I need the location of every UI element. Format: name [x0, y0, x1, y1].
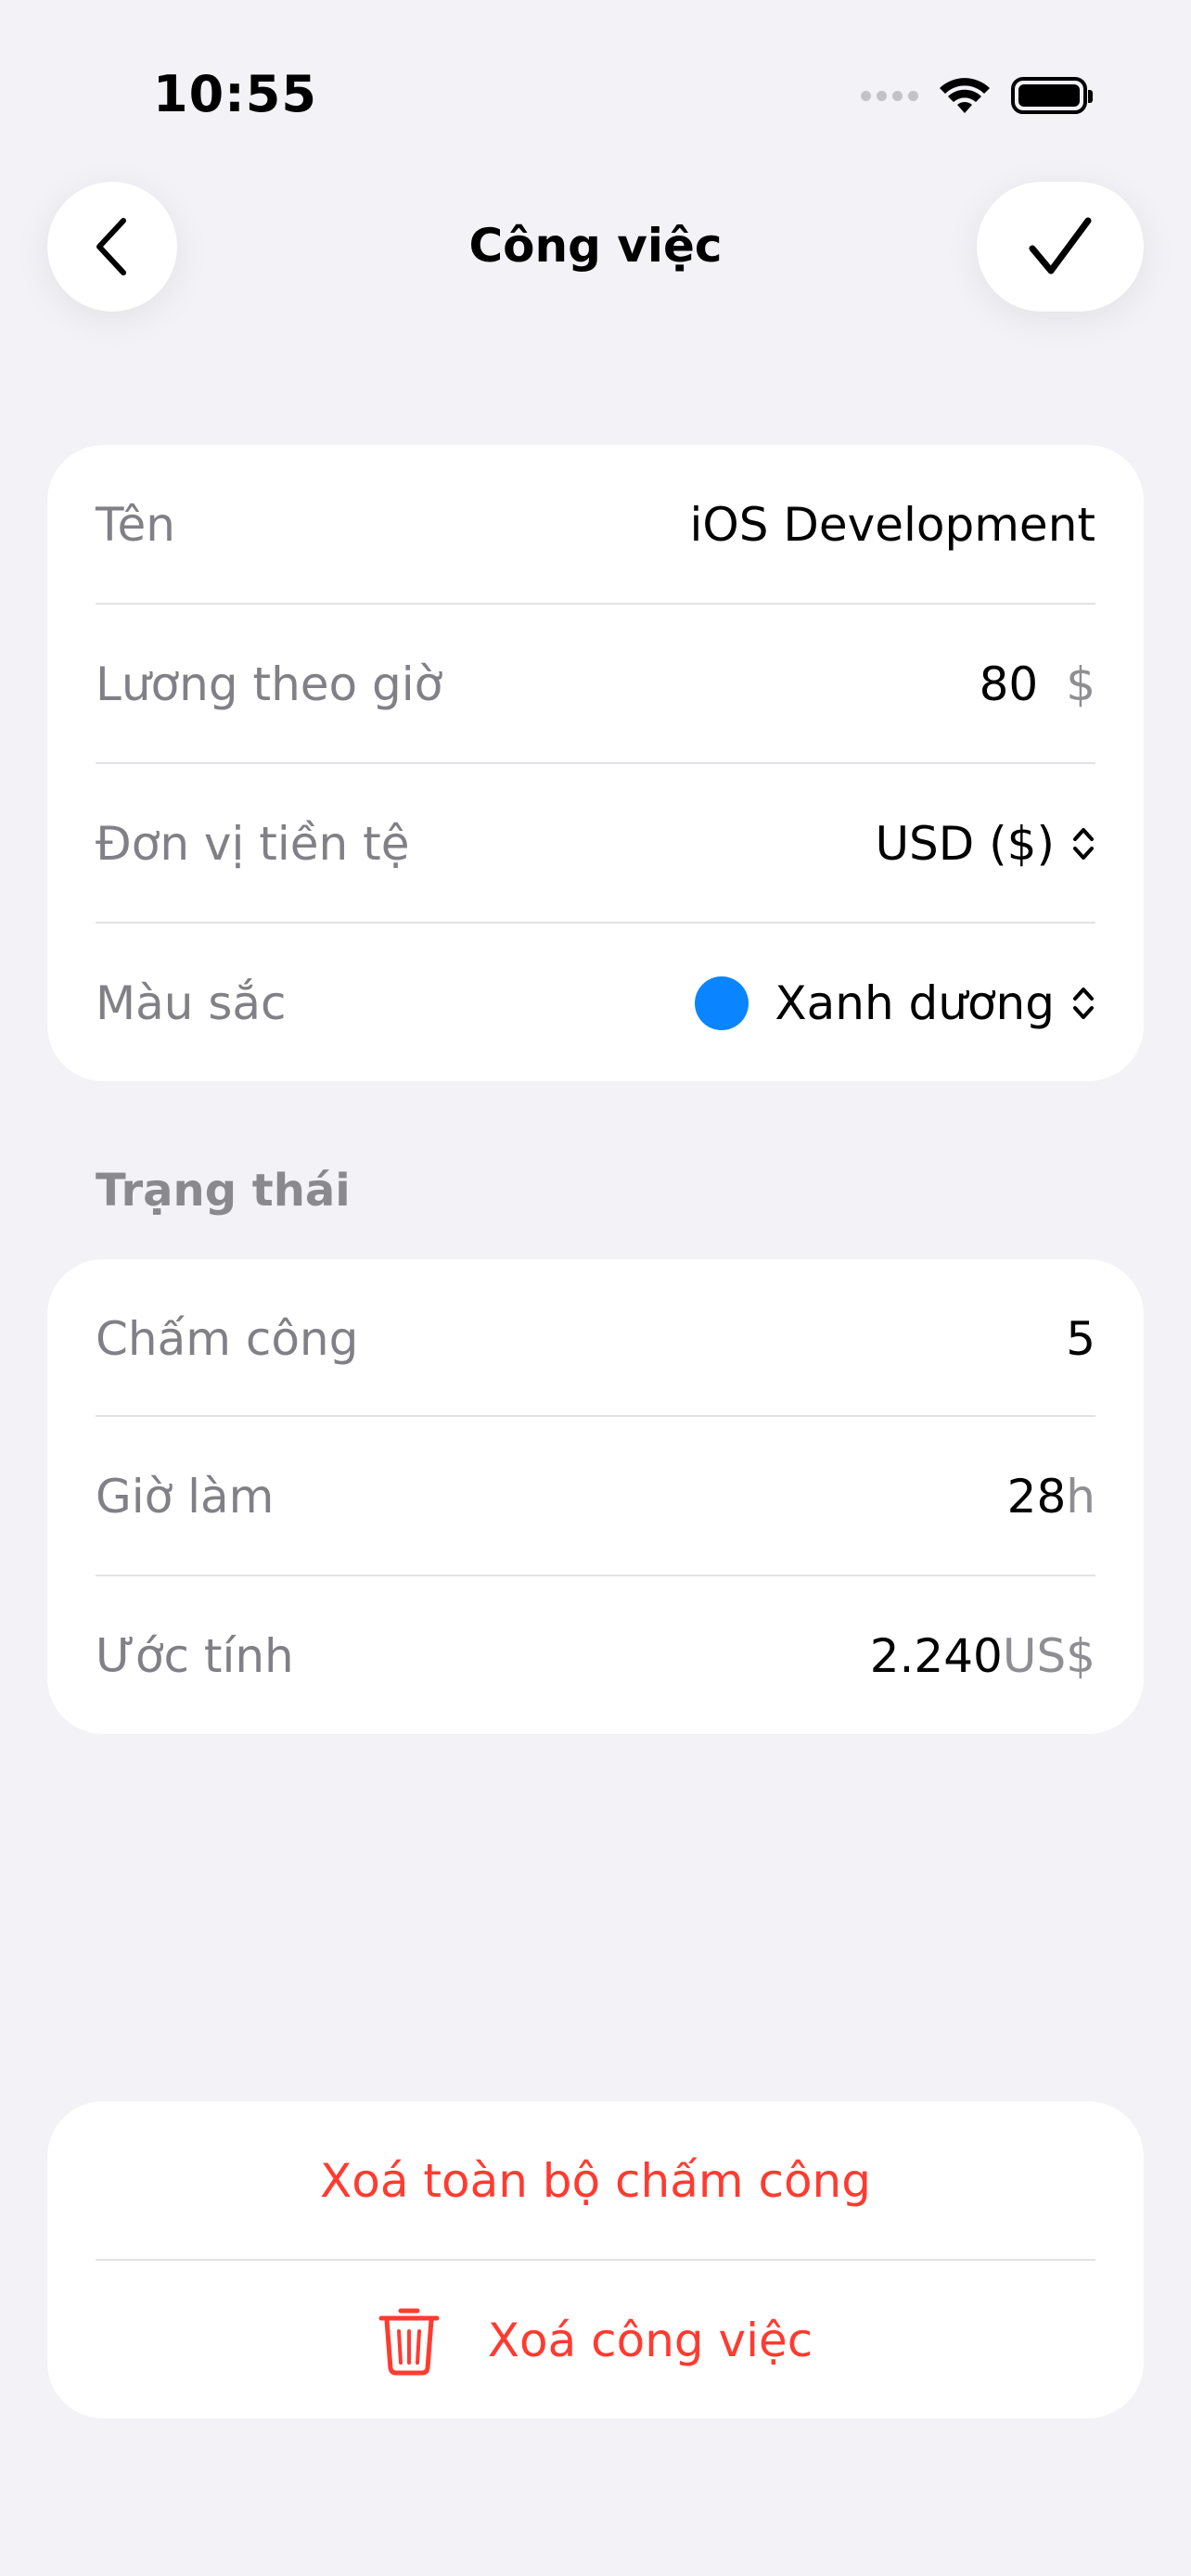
color-swatch: [695, 976, 749, 1030]
estimate-unit: US$: [1002, 1628, 1095, 1683]
actions-card: Xoá toàn bộ chấm công Xoá công việc: [47, 2101, 1144, 2418]
estimate-value: 2.240: [869, 1628, 1003, 1683]
delete-all-checkins-label: Xoá toàn bộ chấm công: [320, 2153, 871, 2208]
currency-value: USD ($): [875, 816, 1055, 871]
status-icons: [861, 76, 1093, 115]
currency-picker[interactable]: USD ($): [875, 817, 1095, 871]
color-picker[interactable]: Xanh dương: [695, 976, 1095, 1030]
hourly-rate-unit: $: [1066, 657, 1095, 711]
hours-label: Giờ làm: [96, 1469, 275, 1524]
delete-job-button[interactable]: Xoá công việc: [47, 2261, 1144, 2419]
hours-unit: h: [1066, 1469, 1095, 1524]
name-row[interactable]: Tên iOS Development: [96, 445, 1095, 604]
estimate-row: Ước tính 2.240 US$: [96, 1576, 1095, 1735]
trash-icon: [378, 2308, 440, 2375]
color-value: Xanh dương: [775, 976, 1055, 1030]
status-time: 10:55: [153, 65, 317, 123]
currency-label: Đơn vị tiền tệ: [96, 816, 410, 871]
checkins-row: Chấm công 5: [96, 1259, 1095, 1418]
hourly-rate-value[interactable]: 80: [980, 657, 1039, 711]
currency-row[interactable]: Đơn vị tiền tệ USD ($): [96, 764, 1095, 923]
hours-field: 28 h: [1007, 1470, 1095, 1524]
delete-all-checkins-button[interactable]: Xoá toàn bộ chấm công: [47, 2101, 1144, 2260]
chevron-up-down-icon: [1073, 827, 1094, 860]
delete-job-label: Xoá công việc: [487, 2313, 813, 2367]
color-row[interactable]: Màu sắc Xanh dương: [96, 924, 1095, 1082]
battery-icon: [1011, 77, 1093, 114]
wifi-icon: [940, 78, 990, 113]
done-button[interactable]: [977, 182, 1144, 312]
status-card: Chấm công 5 Giờ làm 28 h Ước tính 2.240 US…: [47, 1259, 1144, 1734]
job-details-card: Tên iOS Development Lương theo giờ 80 $ …: [47, 445, 1144, 1081]
status-section-header: Trạng thái: [96, 1165, 351, 1217]
hourly-rate-row[interactable]: Lương theo giờ 80 $: [96, 605, 1095, 763]
checkins-label: Chấm công: [96, 1311, 359, 1366]
cellular-signal-icon: [861, 90, 918, 101]
checkmark-icon: [1029, 217, 1092, 274]
chevron-up-down-icon: [1073, 987, 1094, 1019]
hourly-rate-label: Lương theo giờ: [96, 657, 443, 711]
hours-value: 28: [1006, 1469, 1067, 1524]
name-value[interactable]: iOS Development: [690, 498, 1095, 552]
color-label: Màu sắc: [96, 976, 287, 1030]
estimate-label: Ước tính: [96, 1628, 294, 1683]
name-label: Tên: [96, 497, 175, 552]
estimate-field: 2.240 US$: [870, 1629, 1095, 1683]
hours-row: Giờ làm 28 h: [96, 1417, 1095, 1575]
checkins-value: 5: [1066, 1311, 1095, 1366]
hourly-rate-field[interactable]: 80 $: [980, 657, 1095, 711]
